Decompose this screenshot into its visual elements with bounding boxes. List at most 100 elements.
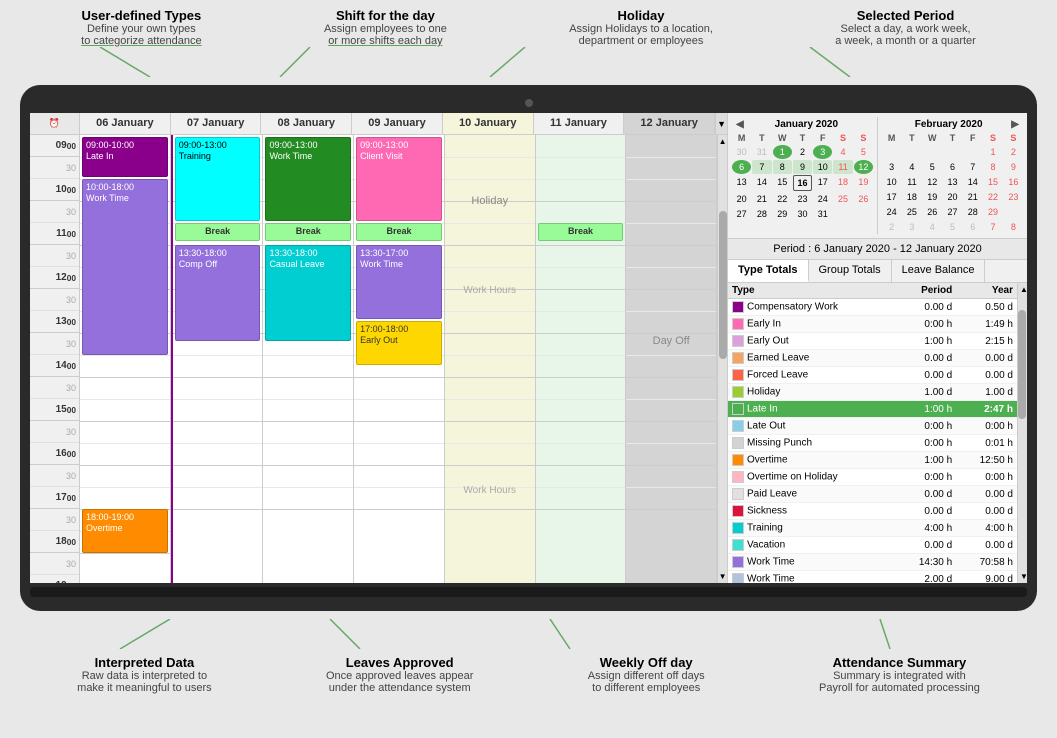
feb-day-6[interactable]: 6 — [943, 160, 962, 174]
tab-leave-balance[interactable]: Leave Balance — [892, 260, 986, 282]
table-row[interactable]: Late In1:00 h2:47 h — [728, 401, 1017, 418]
jan-day-4[interactable]: 4 — [833, 145, 852, 159]
scroll-down-btn[interactable]: ▼ — [717, 570, 727, 583]
table-row[interactable]: Vacation0.00 d0.00 d — [728, 537, 1017, 554]
event-worktime-09[interactable]: 13:30-17:00Work Time — [356, 245, 442, 319]
feb-day-26[interactable]: 26 — [923, 205, 942, 219]
feb-day-15[interactable]: 15 — [983, 175, 1002, 189]
event-worktime-08[interactable]: 09:00-13:00Work Time — [265, 137, 351, 221]
feb-day-5[interactable]: 5 — [923, 160, 942, 174]
event-break-09[interactable]: Break — [356, 223, 442, 241]
jan-day-26[interactable]: 26 — [854, 192, 873, 206]
jan-day-1[interactable]: 1 — [773, 145, 792, 159]
event-break-07[interactable]: Break — [175, 223, 261, 241]
jan-day-30-om[interactable]: 30 — [732, 145, 751, 159]
feb-day-om7[interactable]: 7 — [983, 220, 1002, 234]
feb-day-9[interactable]: 9 — [1004, 160, 1023, 174]
feb-day-24[interactable]: 24 — [882, 205, 901, 219]
jan-day-13[interactable]: 13 — [732, 175, 751, 191]
table-row[interactable]: Overtime on Holiday0:00 h0:00 h — [728, 469, 1017, 486]
jan-day-5[interactable]: 5 — [854, 145, 873, 159]
jan-day-7[interactable]: 7 — [752, 160, 771, 174]
feb-day-om8[interactable]: 8 — [1004, 220, 1023, 234]
feb-day-12[interactable]: 12 — [923, 175, 942, 189]
jan-prev-btn[interactable]: ◀ — [736, 119, 744, 130]
type-table-wrap[interactable]: Type Period Year Compensatory Work0.00 d… — [728, 283, 1017, 583]
feb-day-28[interactable]: 28 — [963, 205, 982, 219]
feb-day-19[interactable]: 19 — [923, 190, 942, 204]
feb-day-7[interactable]: 7 — [963, 160, 982, 174]
jan-day-11[interactable]: 11 — [833, 160, 852, 174]
event-late-in-06[interactable]: 09:00-10:00Late In — [82, 137, 168, 177]
feb-day-8[interactable]: 8 — [983, 160, 1002, 174]
feb-day-13[interactable]: 13 — [943, 175, 962, 189]
jan-day-12[interactable]: 12 — [854, 160, 873, 174]
jan-day-30[interactable]: 30 — [793, 207, 812, 221]
jan-day-18[interactable]: 18 — [833, 175, 852, 191]
event-training-07[interactable]: 09:00-13:00Training — [175, 137, 261, 221]
feb-day-om2[interactable]: 2 — [882, 220, 901, 234]
jan-day-8[interactable]: 8 — [773, 160, 792, 174]
feb-day-17[interactable]: 17 — [882, 190, 901, 204]
feb-day-om4[interactable]: 4 — [923, 220, 942, 234]
table-row[interactable]: Paid Leave0.00 d0.00 d — [728, 486, 1017, 503]
feb-day-16[interactable]: 16 — [1004, 175, 1023, 189]
jan-day-23[interactable]: 23 — [793, 192, 812, 206]
table-row[interactable]: Compensatory Work0.00 d0.50 d — [728, 299, 1017, 316]
jan-day-19[interactable]: 19 — [854, 175, 873, 191]
event-client-visit-09[interactable]: 09:00-13:00Client Visit — [356, 137, 442, 221]
scroll-up-btn[interactable]: ▲ — [717, 135, 727, 148]
feb-day-om5[interactable]: 5 — [943, 220, 962, 234]
feb-day-4[interactable]: 4 — [902, 160, 921, 174]
jan-day-2-om[interactable] — [854, 207, 873, 221]
right-panel-scrollbar[interactable]: ▲ ▼ — [1017, 283, 1027, 583]
table-row[interactable]: Sickness0.00 d0.00 d — [728, 503, 1017, 520]
event-early-out-09[interactable]: 17:00-18:00Early Out — [356, 321, 442, 365]
feb-day-2[interactable]: 2 — [1004, 145, 1023, 159]
jan-day-6[interactable]: 6 — [732, 160, 751, 174]
jan-day-17[interactable]: 17 — [813, 175, 832, 191]
jan-day-28[interactable]: 28 — [752, 207, 771, 221]
feb-day-10[interactable]: 10 — [882, 175, 901, 189]
event-break-08[interactable]: Break — [265, 223, 351, 241]
event-break-11[interactable]: Break — [538, 223, 624, 241]
feb-day-11[interactable]: 11 — [902, 175, 921, 189]
scroll-down-arrow[interactable]: ▼ — [715, 113, 727, 134]
jan-day-3[interactable]: 3 — [813, 145, 832, 159]
feb-day-18[interactable]: 18 — [902, 190, 921, 204]
table-row[interactable]: Missing Punch0:00 h0:01 h — [728, 435, 1017, 452]
tab-group-totals[interactable]: Group Totals — [809, 260, 892, 282]
jan-day-15[interactable]: 15 — [773, 175, 792, 191]
table-row[interactable]: Work Time14:30 h70:58 h — [728, 554, 1017, 571]
rp-scroll-down[interactable]: ▼ — [1018, 570, 1027, 583]
jan-day-25[interactable]: 25 — [833, 192, 852, 206]
jan-day-20[interactable]: 20 — [732, 192, 751, 206]
feb-day-3[interactable]: 3 — [882, 160, 901, 174]
table-row[interactable]: Earned Leave0.00 d0.00 d — [728, 350, 1017, 367]
table-row[interactable]: Training4:00 h4:00 h — [728, 520, 1017, 537]
feb-day-1[interactable]: 1 — [983, 145, 1002, 159]
event-work-time-06[interactable]: 10:00-18:00Work Time — [82, 179, 168, 355]
table-row[interactable]: Work Time2.00 d9.00 d — [728, 571, 1017, 584]
feb-day-om3[interactable]: 3 — [902, 220, 921, 234]
feb-day-27[interactable]: 27 — [943, 205, 962, 219]
jan-day-29[interactable]: 29 — [773, 207, 792, 221]
event-overtime-06[interactable]: 18:00-19:00Overtime — [82, 509, 168, 553]
feb-day-om6[interactable]: 6 — [963, 220, 982, 234]
feb-day-25[interactable]: 25 — [902, 205, 921, 219]
table-row[interactable]: Early In0:00 h1:49 h — [728, 316, 1017, 333]
jan-day-27[interactable]: 27 — [732, 207, 751, 221]
feb-day-14[interactable]: 14 — [963, 175, 982, 189]
rp-scroll-up[interactable]: ▲ — [1018, 283, 1027, 296]
table-row[interactable]: Forced Leave0.00 d0.00 d — [728, 367, 1017, 384]
event-casual-leave-08[interactable]: 13:30-18:00Casual Leave — [265, 245, 351, 341]
jan-day-21[interactable]: 21 — [752, 192, 771, 206]
vertical-scrollbar[interactable]: ▲ ▼ — [717, 135, 727, 583]
jan-day-9[interactable]: 9 — [793, 160, 812, 174]
jan-day-2[interactable]: 2 — [793, 145, 812, 159]
feb-day-23[interactable]: 23 — [1004, 190, 1023, 204]
jan-day-16[interactable]: 16 — [793, 175, 812, 191]
jan-day-1-om[interactable] — [833, 207, 852, 221]
jan-day-31-om[interactable]: 31 — [752, 145, 771, 159]
jan-day-31[interactable]: 31 — [813, 207, 832, 221]
